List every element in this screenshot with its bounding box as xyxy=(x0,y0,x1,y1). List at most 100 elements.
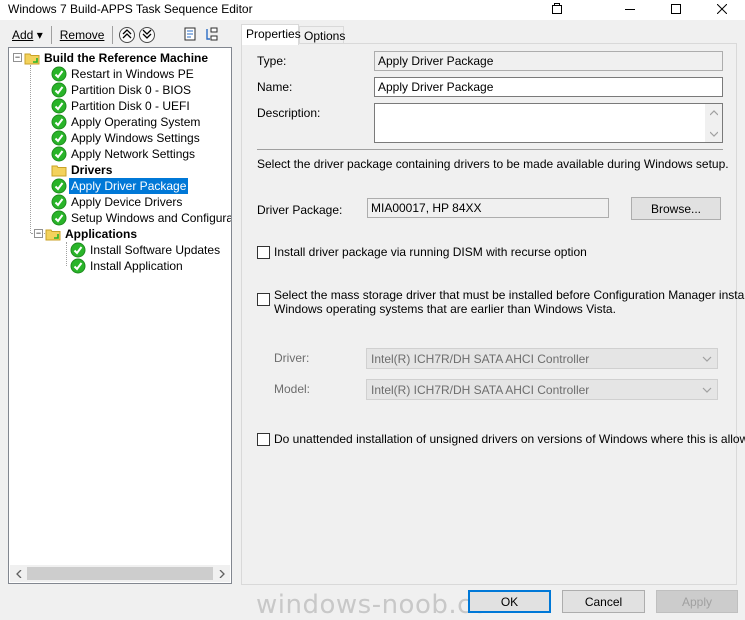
scroll-up-icon[interactable] xyxy=(705,104,722,121)
tree-item-software-updates[interactable]: Install Software Updates xyxy=(70,242,222,258)
tree-item-device-drivers[interactable]: Apply Device Drivers xyxy=(51,194,184,210)
tree-item-label: Apply Operating System xyxy=(71,115,201,129)
unsigned-drivers-label[interactable]: Do unattended installation of unsigned d… xyxy=(274,432,745,446)
name-label: Name: xyxy=(257,80,293,94)
mass-storage-checkbox[interactable] xyxy=(257,293,270,306)
group-button[interactable] xyxy=(203,26,221,44)
maximize-button[interactable] xyxy=(653,0,699,20)
driver-package-field: MIA00017, HP 84XX xyxy=(367,198,609,218)
folder-icon xyxy=(51,162,67,178)
tree-item-partition-bios[interactable]: Partition Disk 0 - BIOS xyxy=(51,82,193,98)
name-value: Apply Driver Package xyxy=(378,80,494,94)
tree-item-restart[interactable]: Restart in Windows PE xyxy=(51,66,196,82)
success-check-icon xyxy=(51,130,67,146)
tree-item-install-application[interactable]: Install Application xyxy=(70,258,185,274)
success-check-icon xyxy=(51,146,67,162)
move-down-button[interactable] xyxy=(139,27,156,43)
tree-item-label: Apply Windows Settings xyxy=(71,131,200,145)
tree-item-label: Apply Network Settings xyxy=(71,147,196,161)
tree-item-label: Partition Disk 0 - BIOS xyxy=(71,83,192,97)
ok-button[interactable]: OK xyxy=(468,590,551,613)
tree-item-drivers-group[interactable]: Drivers xyxy=(51,162,114,178)
tree-item-label: Apply Device Drivers xyxy=(71,195,183,209)
maximize-icon xyxy=(671,3,681,17)
move-up-icon xyxy=(122,28,132,42)
tree-group-applications[interactable]: − Applications xyxy=(34,226,139,242)
driver-select: Intel(R) ICH7R/DH SATA AHCI Controller xyxy=(366,348,718,369)
tree-item-label: Apply Driver Package xyxy=(69,178,189,194)
tab-label: Options xyxy=(304,29,346,43)
description-scrollbar[interactable] xyxy=(705,104,722,142)
success-check-icon xyxy=(70,258,86,274)
properties-button[interactable] xyxy=(181,26,199,44)
title-bar: Windows 7 Build-APPS Task Sequence Edito… xyxy=(0,0,745,20)
section-divider xyxy=(257,149,723,150)
driver-select-value: Intel(R) ICH7R/DH SATA AHCI Controller xyxy=(371,352,590,366)
driver-package-value: MIA00017, HP 84XX xyxy=(371,201,482,215)
dism-checkbox-label[interactable]: Install driver package via running DISM … xyxy=(274,245,587,259)
apply-button: Apply xyxy=(656,590,738,613)
properties-panel: Type: Apply Driver Package Name: Apply D… xyxy=(241,43,745,585)
model-select: Intel(R) ICH7R/DH SATA AHCI Controller xyxy=(366,379,718,400)
tree-group-label: Applications xyxy=(65,227,138,241)
scroll-right-icon[interactable] xyxy=(213,565,230,582)
tree-horizontal-scrollbar[interactable] xyxy=(10,565,230,582)
tree-group-label: Build the Reference Machine xyxy=(44,51,209,65)
cancel-label: Cancel xyxy=(584,594,623,609)
tree-connector xyxy=(66,242,67,266)
tree-item-setup-windows[interactable]: Setup Windows and Configuration Manager xyxy=(51,210,231,226)
ok-label: OK xyxy=(500,594,519,609)
collapse-icon[interactable]: − xyxy=(34,229,43,238)
mass-storage-label-line2[interactable]: Windows operating systems that are earli… xyxy=(274,302,616,316)
description-field[interactable] xyxy=(374,103,723,143)
tree-item-windows-settings[interactable]: Apply Windows Settings xyxy=(51,130,202,146)
browse-button[interactable]: Browse... xyxy=(631,197,721,220)
scroll-down-icon[interactable] xyxy=(705,125,722,142)
add-label: Add xyxy=(12,28,34,42)
toolbar-separator xyxy=(112,26,114,44)
toolbar: Add ▾ Remove xyxy=(8,24,223,46)
minimize-button[interactable] xyxy=(607,0,653,20)
success-check-icon xyxy=(70,242,86,258)
task-sequence-tree[interactable]: − Build the Reference Machine Restart in… xyxy=(8,47,232,584)
tree-connector xyxy=(30,65,31,233)
folder-icon xyxy=(24,50,40,66)
cancel-button[interactable]: Cancel xyxy=(562,590,645,613)
window-title: Windows 7 Build-APPS Task Sequence Edito… xyxy=(8,2,253,16)
minimize-icon xyxy=(625,3,635,17)
tree-item-apply-driver-package[interactable]: Apply Driver Package xyxy=(51,178,189,194)
mass-storage-label-line1[interactable]: Select the mass storage driver that must… xyxy=(274,288,745,302)
chevron-down-icon xyxy=(701,353,713,365)
tree-item-partition-uefi[interactable]: Partition Disk 0 - UEFI xyxy=(51,98,192,114)
collapse-icon[interactable]: − xyxy=(13,53,22,62)
dism-checkbox[interactable] xyxy=(257,246,270,259)
driver-label: Driver: xyxy=(274,351,310,365)
dropdown-arrow-icon: ▾ xyxy=(36,28,43,42)
remove-button[interactable]: Remove xyxy=(56,26,109,44)
chevron-down-icon xyxy=(701,384,713,396)
close-button[interactable] xyxy=(699,0,745,20)
properties-icon xyxy=(182,26,198,45)
restore-window-icon[interactable] xyxy=(550,2,564,16)
tab-properties[interactable]: Properties xyxy=(241,24,301,45)
type-field: Apply Driver Package xyxy=(374,51,723,71)
instruction-text: Select the driver package containing dri… xyxy=(257,157,729,171)
success-check-icon xyxy=(51,194,67,210)
move-up-button[interactable] xyxy=(119,27,136,43)
success-check-icon xyxy=(51,114,67,130)
unsigned-drivers-checkbox[interactable] xyxy=(257,433,270,446)
model-label: Model: xyxy=(274,382,311,396)
scroll-left-icon[interactable] xyxy=(10,565,27,582)
tree-group-build[interactable]: − Build the Reference Machine xyxy=(13,50,210,66)
tree-item-apply-os[interactable]: Apply Operating System xyxy=(51,114,202,130)
apply-label: Apply xyxy=(681,594,713,609)
tree-item-network-settings[interactable]: Apply Network Settings xyxy=(51,146,197,162)
tab-label: Properties xyxy=(246,27,301,41)
type-value: Apply Driver Package xyxy=(378,54,494,68)
tree-item-label: Partition Disk 0 - UEFI xyxy=(71,99,190,113)
folder-icon xyxy=(45,226,61,242)
add-menu-button[interactable]: Add ▾ xyxy=(8,26,47,44)
scrollbar-thumb[interactable] xyxy=(27,567,213,580)
name-field[interactable]: Apply Driver Package xyxy=(374,77,723,97)
toolbar-separator xyxy=(50,26,52,44)
